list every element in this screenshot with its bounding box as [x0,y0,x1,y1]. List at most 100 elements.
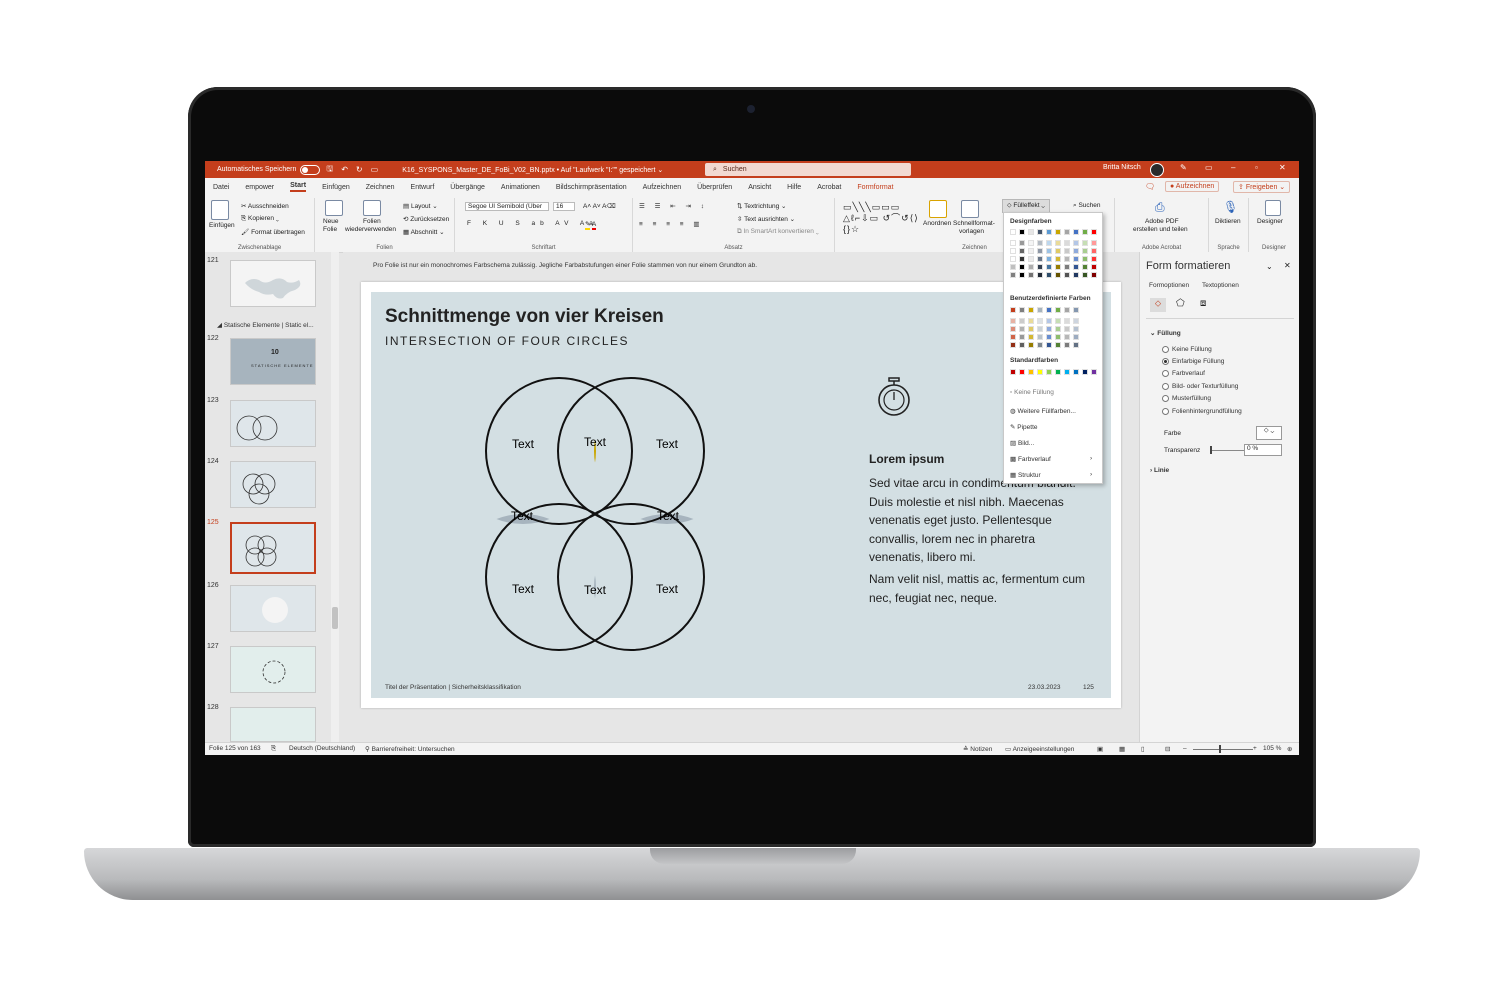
align-buttons[interactable]: ≡ ≡ ≡ ≡ ▥ [639,220,704,228]
color-swatch[interactable] [1010,248,1016,254]
color-swatch[interactable] [1055,272,1061,278]
fill-section[interactable]: ⌄ Füllung [1150,329,1181,337]
color-swatch[interactable] [1055,248,1061,254]
fill-line-icon[interactable]: ⬦ [1150,298,1166,312]
venn-label-bl[interactable]: Text [512,582,535,596]
thumbnail-122[interactable]: 10 STATISCHE ELEMENTE [230,338,316,385]
color-swatch[interactable] [1091,248,1097,254]
tab-zeichnen[interactable]: Zeichnen [366,184,395,191]
color-swatch[interactable] [1055,240,1061,246]
color-swatch[interactable] [1010,326,1016,332]
color-swatch[interactable] [1064,240,1070,246]
venn-label-top[interactable]: Text [584,435,607,449]
tab-ansicht[interactable]: Ansicht [748,184,771,191]
color-swatch[interactable] [1064,272,1070,278]
slide-title[interactable]: Schnittmenge von vier Kreisen [385,306,664,328]
color-swatch[interactable] [1010,369,1016,375]
color-swatch[interactable] [1019,256,1025,262]
color-swatch[interactable] [1037,334,1043,340]
new-slide-button[interactable]: Neue [323,218,339,225]
arrange-icon[interactable] [929,200,947,220]
record-button[interactable]: ● Aufzeichnen [1165,181,1220,192]
font-style-buttons[interactable]: F K U S ab AV Aa [467,220,598,227]
color-swatch[interactable] [1046,264,1052,270]
new-slide-button-2[interactable]: Folie [323,226,337,233]
texture-option[interactable]: ▦ Struktur [1010,471,1041,479]
dictate-button[interactable]: Diktieren [1215,218,1241,225]
tab-uebergaenge[interactable]: Übergänge [450,184,485,191]
venn-label-br[interactable]: Text [656,582,679,596]
reset-button[interactable]: ⟲ Zurücksetzen [403,215,449,223]
close-icon[interactable]: ✕ [1279,163,1286,172]
color-swatch[interactable] [1082,264,1088,270]
spellcheck-icon[interactable]: ⎘ [271,745,276,753]
reading-view-icon[interactable]: ▯ [1141,745,1145,753]
color-swatch[interactable] [1073,264,1079,270]
color-swatch[interactable] [1019,307,1025,313]
color-swatch[interactable] [1028,240,1034,246]
venn-label-right[interactable]: Text [657,509,680,523]
pane-options-icon[interactable]: ⌄ [1266,262,1273,271]
color-swatch[interactable] [1073,256,1079,262]
color-swatch[interactable] [1064,342,1070,348]
search-button[interactable]: ⌕ Suchen [1073,202,1101,210]
shapes-gallery[interactable]: ▭╲╲╲▭▭▭ △ℓ⌐⇩▭ ↺⌒↺⟨⟩{}☆ [843,202,923,235]
color-swatch[interactable] [1055,229,1061,235]
color-swatch[interactable] [1037,342,1043,348]
reuse-button-2[interactable]: wiederverwenden [345,226,396,233]
font-size-input[interactable]: 16 [553,202,575,211]
picture-option[interactable]: ▨ Bild... [1010,439,1034,447]
lorem-paragraph-2[interactable]: Nam velit nisl, mattis ac, fermentum cum… [869,570,1089,607]
color-swatch[interactable] [1064,307,1070,313]
quick-styles-button[interactable]: Schnellformat- [953,220,995,227]
slideshow-icon[interactable]: ⊟ [1165,745,1170,753]
tab-text-options[interactable]: Textoptionen [1202,282,1239,289]
color-swatch[interactable] [1046,256,1052,262]
layout-button[interactable]: ▤ Layout ⌄ [403,202,438,210]
color-swatch[interactable] [1055,307,1061,313]
color-swatch[interactable] [1037,307,1043,313]
color-swatch[interactable] [1037,229,1043,235]
color-swatch[interactable] [1046,369,1052,375]
paste-icon[interactable] [211,200,229,222]
smartart-button[interactable]: ⧉ In SmartArt konvertieren ⌄ [737,228,819,236]
color-swatch[interactable] [1082,256,1088,262]
color-swatch[interactable] [1019,326,1025,332]
venn-label-tr[interactable]: Text [656,437,679,451]
venn-label-tl[interactable]: Text [512,437,535,451]
color-swatch[interactable] [1028,318,1034,324]
radio-gradient-fill[interactable]: Farbverlauf [1162,370,1205,377]
section-label[interactable]: ◢ Statische Elemente | Static el... [217,321,314,329]
redo-icon[interactable]: ↻ [356,165,363,174]
color-swatch[interactable] [1073,307,1079,313]
color-swatch[interactable] [1055,369,1061,375]
text-direction-button[interactable]: ⇅ Textrichtung ⌄ [737,202,786,210]
color-swatch[interactable] [1028,264,1034,270]
align-text-button[interactable]: ⇳ Text ausrichten ⌄ [737,215,795,223]
autosave-toggle[interactable] [300,164,321,175]
notes-button[interactable]: ≙ Notizen [963,745,992,753]
color-swatch[interactable] [1019,334,1025,340]
color-swatch[interactable] [1082,248,1088,254]
color-swatch[interactable] [1073,240,1079,246]
thumbnail-127[interactable] [230,646,316,693]
color-swatch[interactable] [1028,256,1034,262]
line-section[interactable]: › Linie [1150,467,1169,474]
designer-icon[interactable] [1265,200,1281,218]
tab-animationen[interactable]: Animationen [501,184,540,191]
footer-title[interactable]: Titel der Präsentation | Sicherheitsklas… [385,684,521,691]
transparency-slider[interactable] [1210,450,1246,451]
color-swatch[interactable] [1028,248,1034,254]
comment-icon[interactable]: 🗨 [1145,182,1155,191]
new-slide-icon[interactable] [325,200,343,218]
color-swatch[interactable] [1064,369,1070,375]
venn-label-left[interactable]: Text [511,509,534,523]
color-swatch[interactable] [1028,307,1034,313]
color-swatch[interactable] [1046,229,1052,235]
color-swatch[interactable] [1055,342,1061,348]
color-swatch[interactable] [1073,369,1079,375]
tab-formformat[interactable]: Formformat [857,184,893,191]
adobe-pdf-icon[interactable]: ⎙ [1155,200,1165,215]
tab-start[interactable]: Start [290,182,307,192]
tab-shape-options[interactable]: Formoptionen [1149,282,1189,289]
